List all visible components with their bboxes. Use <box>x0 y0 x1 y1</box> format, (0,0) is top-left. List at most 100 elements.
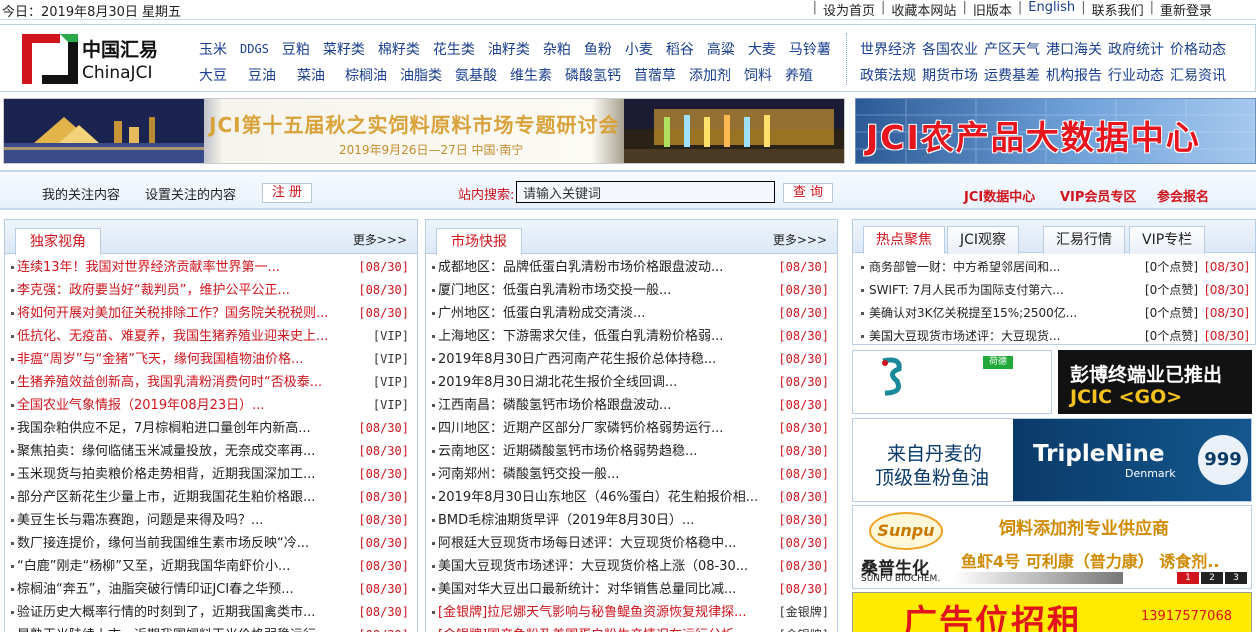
news-item[interactable]: 连续13年！我国对世界经济贡献率世界第一... [08/30] <box>11 256 413 279</box>
news-title[interactable]: 生猪养殖效益创新高，我国乳清粉消费何时“否极泰... <box>17 371 322 394</box>
news-item[interactable]: 低抗化、无疫苗、难夏养，我国生猪养殖业迎来史上... [VIP] <box>11 325 413 348</box>
nav-world-agri[interactable]: 各国农业 <box>922 39 978 59</box>
vip-zone-link[interactable]: VIP会员专区 <box>1060 186 1136 205</box>
news-title[interactable]: 四川地区：近期产区部分厂家磷钙价格弱势运行... <box>438 417 723 440</box>
bigdata-banner[interactable]: JCI农产品大数据中心 <box>855 98 1256 164</box>
nav-amino[interactable]: 氨基酸 <box>455 65 497 85</box>
news-title[interactable]: 河南郑州：磷酸氢钙交投一般... <box>438 463 619 486</box>
hot-title[interactable]: 商务部管一财：中方希望邻居间和... <box>869 256 1060 279</box>
nav-additive[interactable]: 添加剂 <box>689 65 731 85</box>
contact-link[interactable]: 联系我们 <box>1092 0 1144 19</box>
news-item[interactable]: 2019年8月30日湖北花生报价全线回调... [08/30] <box>432 371 833 394</box>
news-item[interactable]: 四川地区：近期产区部分厂家磷钙价格弱势运行... [08/30] <box>432 417 833 440</box>
news-item[interactable]: 验证历史大概率行情的时刻到了，近期我国禽类市... [08/30] <box>11 601 413 624</box>
nav-reports[interactable]: 机构报告 <box>1046 65 1102 85</box>
triplenine-ad[interactable]: 来自丹麦的 顶级鱼粉鱼油 TripleNine Denmark 999 <box>852 418 1252 502</box>
hot-item[interactable]: SWIFT: 7月人民币为国际支付第六... [0个点赞] [08/30] <box>861 279 1251 302</box>
news-item[interactable]: [金银牌]拉尼娜天气影响与秘鲁鳀鱼资源恢复规律探... [金银牌] <box>432 601 833 624</box>
old-version-link[interactable]: 旧版本 <box>973 0 1012 19</box>
search-input[interactable] <box>516 181 775 203</box>
hot-item[interactable]: 美确认对3K亿关税提至15%;2500亿... [0个点赞] [08/30] <box>861 302 1251 325</box>
nav-policy[interactable]: 政策法规 <box>860 65 916 85</box>
news-title[interactable]: BMD毛棕油期货早评（2019年8月30日）... <box>438 509 694 532</box>
news-title[interactable]: 2019年8月30日广西河南产花生报价总体持稳... <box>438 348 716 371</box>
nav-gov-stats[interactable]: 政府统计 <box>1108 39 1164 59</box>
bloomberg-ad[interactable]: 彭博终端业已推出 JCIC <GO> <box>1058 350 1252 414</box>
nav-wheat[interactable]: 小麦 <box>625 39 653 59</box>
news-item[interactable]: 全国农业气象情报（2019年08月23日）... [VIP] <box>11 394 413 417</box>
news-title[interactable]: 江西南昌：磷酸氢钙市场价格跟盘波动... <box>438 394 671 417</box>
hot-title[interactable]: 美确认对3K亿关税提至15%;2500亿... <box>869 302 1077 325</box>
ad-page-2[interactable]: 2 <box>1201 572 1223 584</box>
news-item[interactable]: 我国杂粕供应不足，7月棕榈粕进口量创年内新高... [08/30] <box>11 417 413 440</box>
news-title[interactable]: 棕榈油“奔五”，油脂突破行情印证JCI春之华预... <box>17 578 294 601</box>
news-item[interactable]: 李克强：政府要当好“裁判员”，维护公平公正... [08/30] <box>11 279 413 302</box>
news-item[interactable]: BMD毛棕油期货早评（2019年8月30日）... [08/30] <box>432 509 833 532</box>
hot-title[interactable]: 美国大豆现货市场述评：大豆现货... <box>869 325 1060 348</box>
news-item[interactable]: 聚焦拍卖：缘何临储玉米减量投放，无奈成交率再... [08/30] <box>11 440 413 463</box>
nav-potato[interactable]: 马铃薯 <box>789 39 831 59</box>
hot-item[interactable]: 美国大豆现货市场述评：大豆现货... [0个点赞] [08/30] <box>861 325 1251 348</box>
nav-port-customs[interactable]: 港口海关 <box>1046 39 1102 59</box>
news-item[interactable]: 棕榈油“奔五”，油脂突破行情印证JCI春之华预... [08/30] <box>11 578 413 601</box>
news-item[interactable]: 玉米现货与拍卖粮价格走势相背，近期我国深加工... [08/30] <box>11 463 413 486</box>
news-item[interactable]: 2019年8月30日山东地区（46%蛋白）花生粕报价相... [08/30] <box>432 486 833 509</box>
news-item[interactable]: 数厂接连提价，缘何当前我国维生素市场反映“冷... [08/30] <box>11 532 413 555</box>
hot-item[interactable]: 商务部管一财：中方希望邻居间和... [0个点赞] [08/30] <box>861 256 1251 279</box>
news-item[interactable]: 非瘟“周岁”与“金猪”飞天，缘何我国植物油价格... [VIP] <box>11 348 413 371</box>
my-follow-link[interactable]: 我的关注内容 <box>42 184 120 203</box>
news-title[interactable]: 验证历史大概率行情的时刻到了，近期我国禽类市... <box>17 601 315 624</box>
news-title[interactable]: 上海地区：下游需求欠佳，低蛋白乳清粉价格弱... <box>438 325 723 348</box>
nav-peanut[interactable]: 花生类 <box>433 39 475 59</box>
news-title[interactable]: 厦门地区：低蛋白乳清粉市场交投一般... <box>438 279 671 302</box>
news-title[interactable]: 李克强：政府要当好“裁判员”，维护公平公正... <box>17 279 290 302</box>
nav-ddgs[interactable]: DDGS <box>240 42 269 56</box>
more-link[interactable]: 更多>>> <box>353 231 407 248</box>
tab-jci-observe[interactable]: JCI观察 <box>947 226 1020 254</box>
nav-industry[interactable]: 行业动态 <box>1108 65 1164 85</box>
news-title[interactable]: 阿根廷大豆现货市场每日述评：大豆现货价格稳中... <box>438 532 736 555</box>
news-title[interactable]: [金银牌]拉尼娜天气影响与秘鲁鳀鱼资源恢复规律探... <box>438 601 747 624</box>
tab-jci-market[interactable]: 汇易行情 <box>1043 226 1125 254</box>
more-link[interactable]: 更多>>> <box>773 231 827 248</box>
news-item[interactable]: 2019年8月30日广西河南产花生报价总体持稳... [08/30] <box>432 348 833 371</box>
news-item[interactable]: 河南郑州：磷酸氢钙交投一般... [08/30] <box>432 463 833 486</box>
search-button[interactable]: 查 询 <box>783 183 833 203</box>
news-title[interactable]: 聚焦拍卖：缘何临储玉米减量投放，无奈成交率再... <box>17 440 315 463</box>
news-title[interactable]: “白鹿”刚走“杨柳”又至，近期我国华南虾价小... <box>17 555 290 578</box>
news-title[interactable]: 成都地区：品牌低蛋白乳清粉市场价格跟盘波动... <box>438 256 723 279</box>
news-title[interactable]: 连续13年！我国对世界经济贡献率世界第一... <box>17 256 280 279</box>
site-logo[interactable]: 中国汇易 ChinaJCI <box>22 31 172 87</box>
news-title[interactable]: 我国杂粕供应不足，7月棕榈粕进口量创年内新高... <box>17 417 311 440</box>
seminar-banner[interactable]: JCI第十五届秋之实饲料原料市场专题研讨会 2019年9月26日—27日 中国·… <box>3 98 845 164</box>
news-item[interactable]: 早熟玉米陆续上市，近期我国饲料玉米价格弱稳运行... [08/29] <box>11 624 413 632</box>
news-title[interactable]: 广州地区：低蛋白乳清粉成交清淡... <box>438 302 645 325</box>
tab-market[interactable]: 市场快报 <box>436 228 522 255</box>
news-item[interactable]: 将如何开展对美加征关税排除工作？国务院关税税则... [08/30] <box>11 302 413 325</box>
news-title[interactable]: 2019年8月30日山东地区（46%蛋白）花生粕报价相... <box>438 486 758 509</box>
sunpu-ad[interactable]: Sunpu 桑普生化 SUNPU BIOCHEM. 饲料添加剂专业供应商 鱼虾4… <box>852 505 1252 589</box>
nav-barley[interactable]: 大麦 <box>748 39 776 59</box>
news-title[interactable]: 全国农业气象情报（2019年08月23日）... <box>17 394 265 417</box>
news-title[interactable]: 部分产区新花生少量上市，近期我国花生粕价格跟... <box>17 486 315 509</box>
news-title[interactable]: 数厂接连提价，缘何当前我国维生素市场反映“冷... <box>17 532 309 555</box>
nav-world-economy[interactable]: 世界经济 <box>860 39 916 59</box>
nav-feed[interactable]: 饲料 <box>744 65 772 85</box>
news-title[interactable]: 云南地区：近期磷酸氢钙市场价格弱势趋稳... <box>438 440 697 463</box>
set-follow-link[interactable]: 设置关注的内容 <box>145 184 236 203</box>
nav-soymeal[interactable]: 豆粕 <box>282 39 310 59</box>
nav-dcp[interactable]: 磷酸氢钙 <box>565 65 621 85</box>
news-title[interactable]: 美豆生长与霜冻赛跑，问题是来得及吗？... <box>17 509 263 532</box>
ad-recruit-banner[interactable]: 广告位招租 13917577068 <box>852 592 1252 632</box>
nav-corn[interactable]: 玉米 <box>199 39 227 59</box>
news-item[interactable]: 云南地区：近期磷酸氢钙市场价格弱势趋稳... [08/30] <box>432 440 833 463</box>
news-title[interactable]: [金银牌]国产鱼粉及美国蛋白粉生产情况在运行分析... <box>438 624 747 632</box>
jci-data-center-link[interactable]: JCI数据中心 <box>964 186 1035 205</box>
nav-cottonseed[interactable]: 棉籽类 <box>378 39 420 59</box>
nav-jci-news[interactable]: 汇易资讯 <box>1170 65 1226 85</box>
nav-sorghum[interactable]: 高粱 <box>707 39 735 59</box>
nav-palmoil[interactable]: 棕榈油 <box>345 65 387 85</box>
nav-rapeoil[interactable]: 菜油 <box>297 65 325 85</box>
nav-oilseed[interactable]: 油籽类 <box>488 39 530 59</box>
news-item[interactable]: “白鹿”刚走“杨柳”又至，近期我国华南虾价小... [08/30] <box>11 555 413 578</box>
